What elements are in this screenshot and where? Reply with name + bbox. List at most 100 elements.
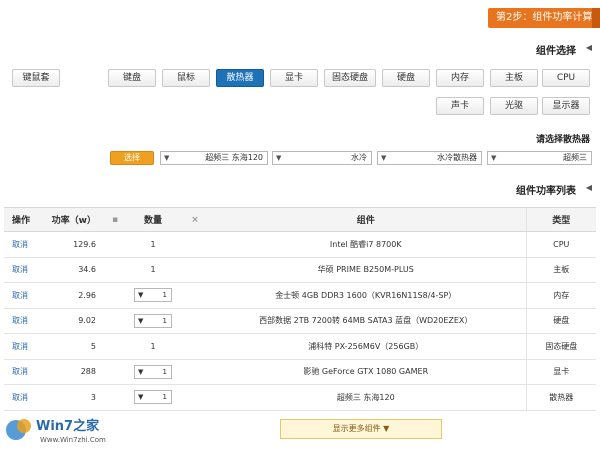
cancel-link[interactable]: 取消 bbox=[12, 240, 28, 249]
pick-button[interactable]: 选择 bbox=[110, 151, 154, 165]
component-name-cell: 华硕 PRIME B250M-PLUS bbox=[206, 257, 526, 283]
header-op: 操作 bbox=[4, 207, 48, 232]
header-qty: 数量 bbox=[122, 207, 184, 232]
quantity-select[interactable]: ▼ 1 bbox=[134, 364, 172, 379]
spacer-cell bbox=[184, 359, 206, 385]
quantity-cell: ▼ 1 bbox=[122, 384, 184, 411]
header-dot: ▪ bbox=[108, 207, 122, 232]
cancel-link[interactable]: 取消 bbox=[12, 291, 28, 300]
table-row: 取消 129.6 1 Intel 酷睿i7 8700K CPU bbox=[4, 231, 596, 258]
chevron-down-icon: ▼ bbox=[138, 393, 144, 402]
component-name-cell: Intel 酷睿i7 8700K bbox=[206, 231, 526, 258]
category-kb-mouse-set[interactable]: 键鼠套 bbox=[12, 69, 60, 87]
quantity-value: 1 bbox=[162, 393, 167, 402]
site-watermark-logo: Win7之家 Www.Win7zhi.Com bbox=[6, 418, 106, 444]
quantity-cell: 1 bbox=[122, 333, 184, 360]
quantity-select[interactable]: ▼ 1 bbox=[134, 390, 172, 405]
quantity-cell: ▼ 1 bbox=[122, 359, 184, 385]
component-name-cell: 超频三 东海120 bbox=[206, 384, 526, 411]
category-soundcard[interactable]: 声卡 bbox=[436, 97, 484, 115]
table-header-row: 操作 功率（w） ▪ 数量 × 组件 类型 bbox=[4, 207, 596, 232]
watermark-url: Www.Win7zhi.Com bbox=[40, 436, 106, 444]
spacer-cell bbox=[184, 282, 206, 309]
category-cell: 硬盘 bbox=[525, 308, 596, 334]
spacer-cell bbox=[108, 257, 122, 283]
chevron-down-icon: ▼ bbox=[138, 291, 144, 300]
category-cell: 固态硬盘 bbox=[525, 333, 596, 360]
table-row: 取消 288 ▼ 1 影驰 GeForce GTX 1080 GAMER 显卡 bbox=[4, 359, 596, 385]
spacer-cell bbox=[108, 308, 122, 334]
cancel-link[interactable]: 取消 bbox=[12, 367, 28, 376]
chevron-down-icon: ▼ bbox=[164, 154, 170, 162]
chevron-down-icon: ▼ bbox=[138, 367, 144, 376]
component-name-cell: 金士顿 4GB DDR3 1600（KVR16N11S8/4-SP） bbox=[206, 282, 526, 309]
power-cell: 3 bbox=[48, 384, 108, 411]
spacer-cell bbox=[184, 257, 206, 283]
banner-accent bbox=[592, 8, 600, 28]
category-cell: CPU bbox=[525, 231, 596, 258]
category-cooler[interactable]: 散热器 bbox=[216, 69, 264, 87]
type-select[interactable]: ▼ 水冷散热器 bbox=[377, 151, 482, 165]
spacer-cell bbox=[184, 231, 206, 258]
category-hdd[interactable]: 硬盘 bbox=[382, 69, 430, 87]
spacer-cell bbox=[184, 333, 206, 360]
quantity-cell: 1 bbox=[122, 257, 184, 283]
power-cell: 2.96 bbox=[48, 282, 108, 309]
category-gpu[interactable]: 显卡 bbox=[270, 69, 318, 87]
show-more-button[interactable]: 显示更多组件 ▼ bbox=[280, 419, 442, 439]
quantity-value: 1 bbox=[162, 367, 167, 376]
quantity-value: 1 bbox=[150, 239, 156, 249]
cancel-link[interactable]: 取消 bbox=[12, 393, 28, 402]
spacer-cell bbox=[184, 384, 206, 411]
chevron-down-icon: ▼ bbox=[381, 154, 387, 162]
category-memory[interactable]: 内存 bbox=[436, 69, 484, 87]
power-cell: 34.6 bbox=[48, 257, 108, 283]
section-arrow-icon: ◀ bbox=[585, 183, 592, 192]
category-monitor[interactable]: 显示器 bbox=[542, 97, 590, 115]
category-cpu[interactable]: CPU bbox=[542, 69, 590, 87]
quantity-select[interactable]: ▼ 1 bbox=[134, 288, 172, 303]
header-x: × bbox=[184, 207, 206, 232]
category-cell: 显卡 bbox=[525, 359, 596, 385]
component-name-cell: 西部数据 2TB 7200转 64MB SATA3 蓝盘（WD20EZEX） bbox=[206, 308, 526, 334]
cancel-link[interactable]: 取消 bbox=[12, 265, 28, 274]
quantity-cell: ▼ 1 bbox=[122, 282, 184, 309]
model-select-value: 超频三 东海120 bbox=[205, 153, 263, 162]
category-cell: 内存 bbox=[525, 282, 596, 309]
category-keyboard[interactable]: 键盘 bbox=[108, 69, 156, 87]
quantity-cell: 1 bbox=[122, 231, 184, 258]
chevron-down-icon: ▼ bbox=[138, 316, 144, 325]
spacer-cell bbox=[108, 359, 122, 385]
category-cell: 散热器 bbox=[525, 384, 596, 411]
power-table: 操作 功率（w） ▪ 数量 × 组件 类型 取消 129.6 1 Intel 酷睿i7… bbox=[4, 207, 596, 411]
model-select[interactable]: ▼ 超频三 东海120 bbox=[160, 151, 268, 165]
category-mouse[interactable]: 鼠标 bbox=[162, 69, 210, 87]
cancel-link[interactable]: 取消 bbox=[12, 342, 28, 351]
section-title-list: 组件功率列表 bbox=[516, 186, 576, 197]
section-title-components: 组件选择 bbox=[536, 46, 576, 57]
table-row: 取消 9.02 ▼ 1 西部数据 2TB 7200转 64MB SATA3 蓝盘（WD2… bbox=[4, 308, 596, 334]
step-banner: 第2步：组件功率计算 bbox=[488, 8, 600, 28]
spacer-cell bbox=[108, 384, 122, 411]
power-cell: 5 bbox=[48, 333, 108, 360]
category-ssd[interactable]: 固态硬盘 bbox=[324, 69, 376, 87]
filter-title: 请选择散热器 bbox=[535, 135, 590, 145]
subtype-select[interactable]: ▼ 水冷 bbox=[272, 151, 372, 165]
category-cell: 主板 bbox=[525, 257, 596, 283]
type-select-value: 水冷散热器 bbox=[437, 153, 477, 162]
header-power: 功率（w） bbox=[48, 207, 108, 232]
brand-select[interactable]: ▼ 超频三 bbox=[487, 151, 592, 165]
watermark-title: Win7之家 bbox=[36, 418, 100, 434]
quantity-value: 1 bbox=[150, 341, 156, 351]
table-row: 取消 2.96 ▼ 1 金士顿 4GB DDR3 1600（KVR16N11S8/4-S… bbox=[4, 282, 596, 309]
table-row: 取消 5 1 浦科特 PX-256M6V（256GB） 固态硬盘 bbox=[4, 333, 596, 360]
cancel-link[interactable]: 取消 bbox=[12, 316, 28, 325]
category-motherboard[interactable]: 主板 bbox=[490, 69, 538, 87]
brand-select-value: 超频三 bbox=[563, 153, 587, 162]
chevron-down-icon: ▼ bbox=[491, 154, 497, 162]
category-optical[interactable]: 光驱 bbox=[490, 97, 538, 115]
spacer-cell bbox=[108, 282, 122, 309]
chevron-down-icon: ▼ bbox=[276, 154, 282, 162]
spacer-cell bbox=[108, 231, 122, 258]
quantity-select[interactable]: ▼ 1 bbox=[134, 313, 172, 328]
